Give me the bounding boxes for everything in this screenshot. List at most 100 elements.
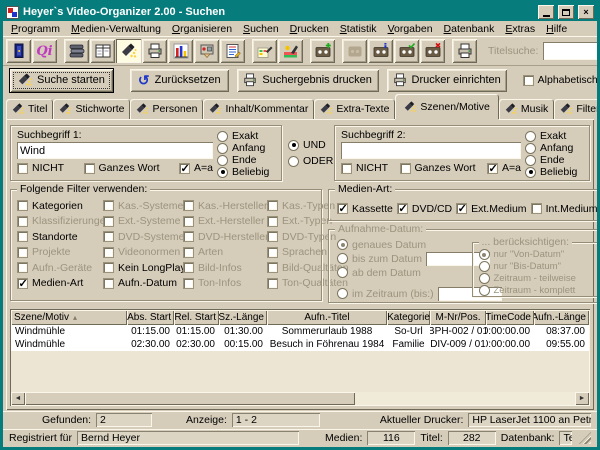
whole-word-checkbox-2[interactable]: Ganzes Wort xyxy=(400,162,476,174)
resize-grip[interactable] xyxy=(579,432,591,444)
ext-medium-checkbox[interactable]: Ext.Medium xyxy=(456,197,526,220)
case-checkbox-1[interactable]: A=a xyxy=(179,162,213,174)
dvd-cd-checkbox[interactable]: DVD/CD xyxy=(397,197,452,220)
search-button-toolbar[interactable] xyxy=(116,39,141,63)
reset-button[interactable]: ↺Zurücksetzen xyxy=(130,69,229,92)
filter-ext-hersteller[interactable]: Ext.-Hersteller xyxy=(183,215,267,227)
oder-radio[interactable]: ODER xyxy=(288,155,330,167)
column-header-sz-laenge[interactable]: Sz.-Länge xyxy=(219,310,267,325)
search-term-2-input[interactable] xyxy=(341,142,521,159)
int-medium-checkbox[interactable]: Int.Medium xyxy=(531,197,598,220)
filter-aufn-datum[interactable]: Aufn.-Datum xyxy=(103,277,183,289)
im-zeitraum-radio[interactable]: im Zeitraum (bis:) xyxy=(337,288,434,300)
menu-suchen[interactable]: Suchen xyxy=(238,23,284,35)
menu-drucken[interactable]: Drucken xyxy=(285,23,334,35)
menu-statistik[interactable]: Statistik xyxy=(335,23,382,35)
presets-button[interactable] xyxy=(194,39,219,63)
title-search-input[interactable] xyxy=(543,42,600,60)
start-search-button[interactable]: Suche starten xyxy=(9,68,114,93)
statistics-button[interactable] xyxy=(168,39,193,63)
tab-stichworte[interactable]: Stichworte xyxy=(53,99,130,119)
filter-bild-infos[interactable]: Bild-Infos xyxy=(183,262,267,274)
mode-exakt-radio-2[interactable]: Exakt xyxy=(525,130,583,142)
menu-extras[interactable]: Extras xyxy=(500,23,540,35)
filter-standorte[interactable]: Standorte xyxy=(17,231,103,243)
close-button[interactable]: × xyxy=(578,5,594,19)
horizontal-scrollbar[interactable]: ◄ ► xyxy=(11,392,589,405)
database-button[interactable] xyxy=(220,39,245,63)
zeitraum-komplett-radio[interactable]: Zeitraum - komplett xyxy=(479,285,594,296)
column-header-rel-start[interactable]: Rel. Start xyxy=(174,310,219,325)
tab-personen[interactable]: Personen xyxy=(130,99,203,119)
nur-von-datum-radio[interactable]: nur "Von-Datum" xyxy=(479,249,594,260)
column-header-aufn-laenge[interactable]: Aufn.-Länge xyxy=(534,310,589,325)
column-header-timecode[interactable]: TimeCode xyxy=(486,310,534,325)
filter-aufn-geraete[interactable]: Aufn.-Geräte xyxy=(17,262,103,274)
print-list-button[interactable] xyxy=(452,39,477,63)
edit-pen-button[interactable] xyxy=(278,39,303,63)
tab-extra-texte[interactable]: Extra-Texte xyxy=(314,99,395,119)
menu-medien-verwaltung[interactable]: Medien-Verwaltung xyxy=(66,23,166,35)
menu-vorgaben[interactable]: Vorgaben xyxy=(383,23,438,35)
tab-filter[interactable]: Filter xyxy=(554,99,600,119)
scroll-thumb[interactable] xyxy=(25,392,355,405)
exit-button[interactable] xyxy=(6,39,31,63)
filter-arten[interactable]: Arten xyxy=(183,246,267,258)
filter-kein-longplay[interactable]: Kein LongPlay xyxy=(103,262,183,274)
filter-videonormen[interactable]: Videonormen xyxy=(103,246,183,258)
media-delete-button[interactable] xyxy=(420,39,445,63)
filter-medien-art[interactable]: Medien-Art xyxy=(17,277,103,289)
kassette-checkbox[interactable]: Kassette xyxy=(337,197,393,220)
table-row[interactable]: Windmühle 01:15.00 01:15.00 01:30.00 Som… xyxy=(11,325,589,338)
filter-projekte[interactable]: Projekte xyxy=(17,246,103,258)
genaues-datum-radio[interactable]: genaues Datum xyxy=(337,239,426,251)
scroll-right-button[interactable]: ► xyxy=(575,392,589,405)
filter-dvd-systeme[interactable]: DVD-Systeme xyxy=(103,231,183,243)
und-radio[interactable]: UND xyxy=(288,139,330,151)
media-inactive-button[interactable] xyxy=(342,39,367,63)
not-checkbox-1[interactable]: NICHT xyxy=(17,162,64,174)
mode-beliebig-radio-1[interactable]: Beliebig xyxy=(217,166,275,178)
menu-hilfe[interactable]: Hilfe xyxy=(541,23,572,35)
filter-klassifizierungen[interactable]: Klassifizierungen xyxy=(17,215,103,227)
menu-organisieren[interactable]: Organisieren xyxy=(167,23,237,35)
tab-musik[interactable]: Musik xyxy=(499,99,554,119)
filter-kategorien[interactable]: Kategorien xyxy=(17,200,103,212)
organize-button[interactable] xyxy=(90,39,115,63)
mode-exakt-radio-1[interactable]: Exakt xyxy=(217,130,275,142)
filter-dvd-hersteller[interactable]: DVD-Hersteller xyxy=(183,231,267,243)
menu-datenbank[interactable]: Datenbank xyxy=(439,23,500,35)
table-row[interactable]: Windmühle 02:30.00 02:30.00 00:15.00 Bes… xyxy=(11,338,589,351)
filter-kas-systeme[interactable]: Kas.-Systeme xyxy=(103,200,183,212)
minimize-button[interactable] xyxy=(538,5,554,19)
filter-ton-infos[interactable]: Ton-Infos xyxy=(183,277,267,289)
ab-dem-datum-radio[interactable]: ab dem Datum xyxy=(337,267,421,279)
column-header-szene-motiv[interactable]: Szene/Motiv xyxy=(11,310,127,325)
tab-inhalt-kommentar[interactable]: Inhalt/Kommentar xyxy=(203,99,314,119)
mode-beliebig-radio-2[interactable]: Beliebig xyxy=(525,166,583,178)
edit-colors-button[interactable] xyxy=(252,39,277,63)
scroll-left-button[interactable]: ◄ xyxy=(11,392,25,405)
column-header-m-nr-pos[interactable]: M-Nr/Pos. xyxy=(430,310,486,325)
mode-anfang-radio-2[interactable]: Anfang xyxy=(525,142,583,154)
filter-ext-systeme[interactable]: Ext.-Systeme xyxy=(103,215,183,227)
tab-titel[interactable]: Titel xyxy=(6,99,53,119)
mode-ende-radio-2[interactable]: Ende xyxy=(525,154,583,166)
menu-programm[interactable]: Programm xyxy=(6,23,65,35)
printer-setup-button[interactable]: Drucker einrichten xyxy=(387,69,507,92)
media-info-button[interactable] xyxy=(368,39,393,63)
search-term-1-input[interactable] xyxy=(17,142,213,159)
alphabetical-sort-checkbox[interactable]: Alphabetische Sortierung xyxy=(523,74,600,86)
bis-zum-datum-radio[interactable]: bis zum Datum xyxy=(337,253,422,265)
media-add-button[interactable] xyxy=(310,39,335,63)
column-header-kategorie[interactable]: Kategorie xyxy=(387,310,430,325)
column-header-abs-start[interactable]: Abs. Start xyxy=(127,310,174,325)
filter-kas-hersteller[interactable]: Kas.-Hersteller xyxy=(183,200,267,212)
case-checkbox-2[interactable]: A=a xyxy=(487,162,521,174)
not-checkbox-2[interactable]: NICHT xyxy=(341,162,388,174)
column-header-aufn-titel[interactable]: Aufn.-Titel xyxy=(267,310,387,325)
media-management-button[interactable] xyxy=(64,39,89,63)
tab-szenen-motive[interactable]: Szenen/Motive xyxy=(395,94,498,119)
mode-ende-radio-1[interactable]: Ende xyxy=(217,154,275,166)
quickinfo-button[interactable]: Qi xyxy=(32,39,57,63)
